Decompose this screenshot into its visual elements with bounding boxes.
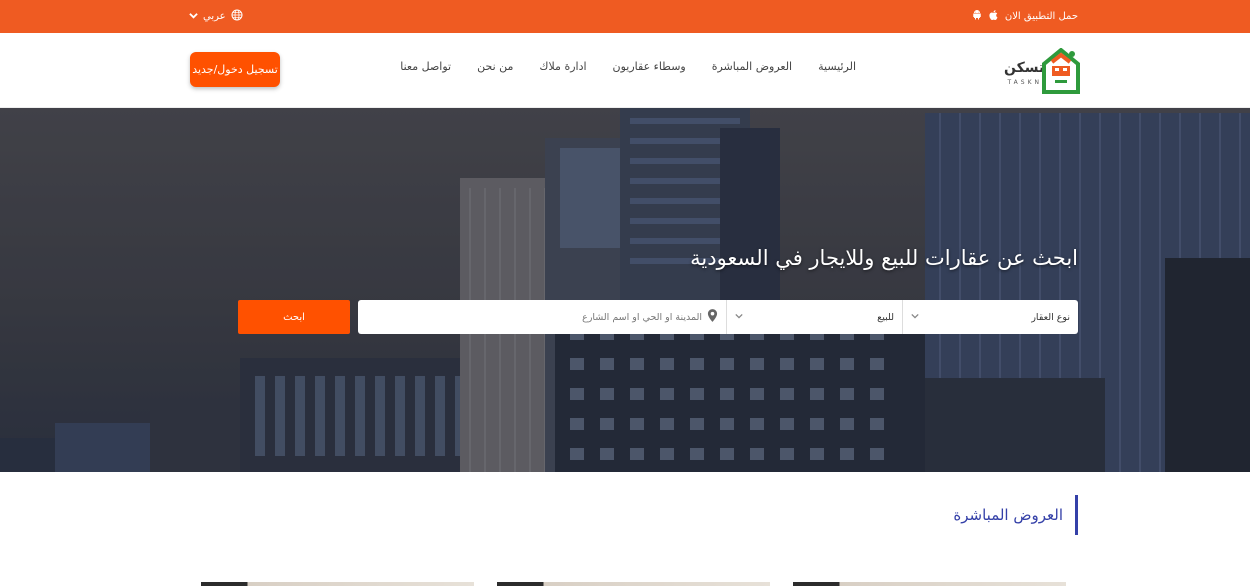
city-skyline-background (0, 108, 1250, 472)
language-label: عربي (203, 11, 226, 22)
app-download-link[interactable]: حمل التطبيق الان (971, 9, 1078, 24)
search-button[interactable]: ابحث (238, 300, 350, 334)
logo-text: تسكن (1004, 60, 1045, 76)
nav-item-brokers[interactable]: وسطاء عقاريون (613, 60, 686, 73)
chevron-down-icon (911, 312, 919, 322)
nav-item-home[interactable]: الرئيسية (818, 60, 856, 73)
property-search-bar: نوع العقار للبيع (358, 300, 1078, 334)
chevron-down-icon (735, 312, 743, 322)
nav-item-owners-management[interactable]: ادارة ملاك (539, 60, 586, 73)
property-type-value: نوع العقار (1031, 311, 1070, 323)
property-type-select[interactable]: نوع العقار (902, 300, 1078, 334)
purpose-value: للبيع (877, 311, 894, 323)
app-download-label: حمل التطبيق الان (1004, 11, 1078, 22)
nav-item-about[interactable]: من نحن (477, 60, 513, 73)
house-logo-icon (1042, 48, 1080, 94)
globe-icon (231, 9, 243, 24)
hero-section: ابحث عن عقارات للبيع وللايجار في السعودي… (0, 108, 1250, 472)
language-selector[interactable]: عربي (189, 9, 243, 24)
top-bar: حمل التطبيق الان عربي (0, 0, 1250, 33)
offer-card[interactable] (497, 582, 770, 586)
chevron-down-icon (189, 11, 198, 23)
location-input[interactable] (502, 311, 702, 323)
apple-icon[interactable] (988, 9, 1000, 24)
offer-card[interactable] (793, 582, 1066, 586)
section-title-live-offers: العروض المباشرة (953, 495, 1078, 535)
main-navbar: تسكن TASKN الرئيسية العروض المباشرة وسطا… (0, 33, 1250, 108)
brand-logo[interactable]: تسكن TASKN (1004, 46, 1080, 94)
hero-title: ابحث عن عقارات للبيع وللايجار في السعودي… (690, 246, 1078, 270)
map-pin-icon (707, 309, 718, 325)
main-menu: الرئيسية العروض المباشرة وسطاء عقاريون ا… (400, 60, 856, 73)
login-register-button[interactable]: تسجيل دخول/جديد (190, 52, 280, 87)
purpose-select[interactable]: للبيع (726, 300, 902, 334)
logo-subtext: TASKN (1007, 79, 1042, 86)
android-icon[interactable] (971, 9, 983, 24)
nav-item-live-offers[interactable]: العروض المباشرة (712, 60, 792, 73)
location-field[interactable] (358, 300, 726, 334)
offer-card[interactable] (201, 582, 474, 586)
nav-item-contact[interactable]: تواصل معنا (400, 60, 451, 73)
